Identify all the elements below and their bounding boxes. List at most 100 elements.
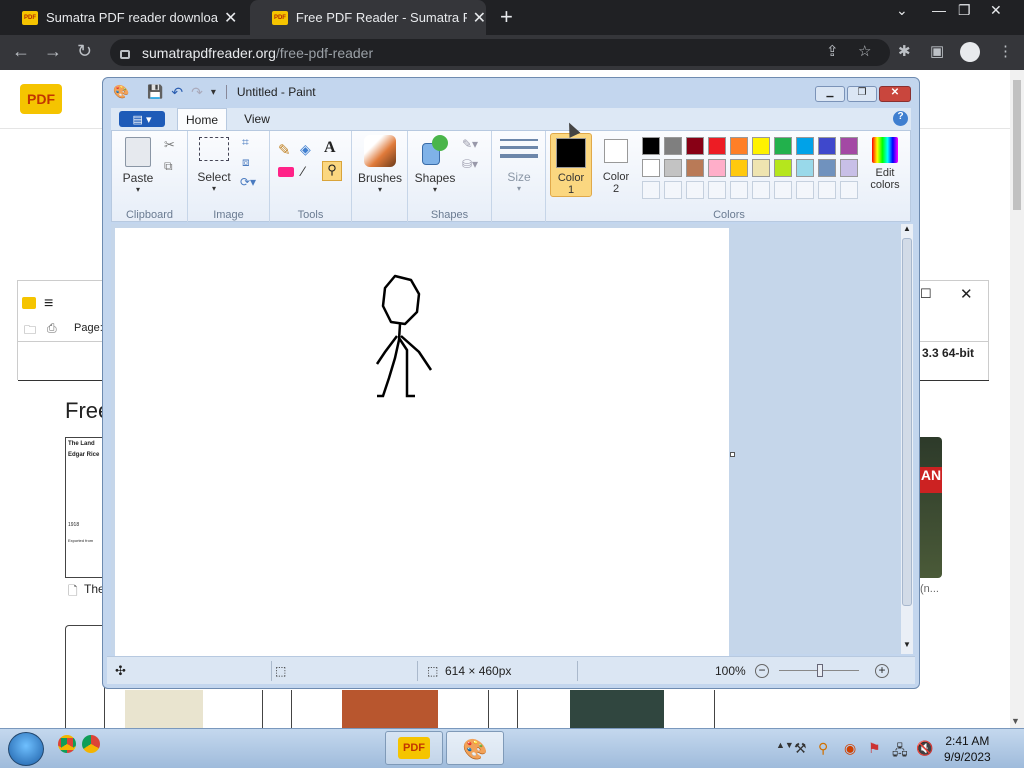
- paste-button[interactable]: Paste ▾: [118, 137, 158, 194]
- close-icon[interactable]: ✕: [960, 285, 973, 303]
- color1-button[interactable]: Color 1: [550, 133, 592, 197]
- paint-title-bar[interactable]: 🎨 💾 ↶ ↷ ▾ Untitled - Paint: [103, 78, 919, 106]
- palette-swatch[interactable]: [686, 159, 704, 177]
- canvas-resize-handle[interactable]: [730, 452, 735, 457]
- book-cover-4[interactable]: [125, 690, 203, 728]
- palette-swatch[interactable]: [796, 181, 814, 199]
- book-cover-6[interactable]: [570, 690, 664, 728]
- chrome-icon[interactable]: [82, 735, 100, 753]
- book-cover-3[interactable]: [65, 625, 105, 728]
- palette-swatch[interactable]: [708, 159, 726, 177]
- palette-swatch[interactable]: [642, 181, 660, 199]
- paint-close-button[interactable]: ✕: [879, 86, 911, 102]
- fill-icon[interactable]: ◈: [300, 141, 311, 158]
- pencil-icon[interactable]: ✎: [278, 141, 291, 159]
- hamburger-menu-icon[interactable]: ≡: [44, 295, 53, 313]
- print-icon[interactable]: ⎙: [47, 321, 57, 336]
- book-caption-right[interactable]: (n...: [920, 583, 939, 595]
- minimize-button[interactable]: —: [932, 2, 946, 18]
- palette-swatch[interactable]: [708, 181, 726, 199]
- start-button[interactable]: [8, 732, 44, 766]
- canvas-vertical-scrollbar[interactable]: ▲ ▼: [901, 224, 913, 654]
- copy-icon[interactable]: ⧉: [164, 159, 173, 174]
- extensions-icon[interactable]: ✱: [898, 42, 911, 60]
- palette-swatch[interactable]: [686, 137, 704, 155]
- paint-menu-button[interactable]: ▤ ▾: [119, 111, 165, 127]
- palette-swatch[interactable]: [840, 137, 858, 155]
- tray-overflow-icon[interactable]: ▲▼: [776, 740, 794, 750]
- profile-avatar[interactable]: [960, 42, 980, 62]
- select-button[interactable]: Select ▾: [192, 137, 236, 193]
- book-cover-5[interactable]: [342, 690, 438, 728]
- maximize-icon[interactable]: ☐: [920, 286, 932, 302]
- taskbar-clock[interactable]: 2:41 AM 9/9/2023: [944, 733, 991, 765]
- zoom-slider-thumb[interactable]: [817, 664, 823, 677]
- tab-home[interactable]: Home: [177, 108, 227, 130]
- redo-icon[interactable]: ↷: [191, 84, 203, 101]
- color2-button[interactable]: Color 2: [596, 133, 636, 197]
- page-scroll-thumb[interactable]: [1013, 80, 1021, 210]
- palette-swatch[interactable]: [664, 159, 682, 177]
- tray-app-icon[interactable]: ⚒: [794, 740, 807, 757]
- canvas-scroll-thumb[interactable]: [902, 238, 912, 606]
- book-cover-1[interactable]: The Land Edgar Rice 1918 Exported from: [65, 437, 105, 578]
- forward-button[interactable]: →: [44, 41, 62, 62]
- palette-swatch[interactable]: [796, 159, 814, 177]
- palette-swatch[interactable]: [642, 159, 660, 177]
- side-panel-icon[interactable]: ▣: [930, 42, 944, 60]
- folder-icon[interactable]: 🗀: [24, 321, 36, 342]
- palette-swatch[interactable]: [664, 181, 682, 199]
- palette-swatch[interactable]: [818, 159, 836, 177]
- tab-view[interactable]: View: [237, 108, 277, 130]
- chrome-icon[interactable]: [58, 735, 76, 753]
- menu-kebab-icon[interactable]: ⋮: [998, 42, 1013, 60]
- undo-icon[interactable]: ↶: [171, 84, 183, 101]
- tray-network-icon[interactable]: 🖧: [892, 740, 908, 764]
- rotate-icon[interactable]: ⟳▾: [240, 175, 256, 189]
- palette-swatch[interactable]: [752, 181, 770, 199]
- palette-swatch[interactable]: [752, 159, 770, 177]
- close-tab-icon[interactable]: ✕: [473, 8, 486, 28]
- edit-colors-button[interactable]: Edit colors: [864, 133, 906, 191]
- palette-swatch[interactable]: [840, 181, 858, 199]
- zoom-in-button[interactable]: +: [875, 663, 889, 678]
- taskbar-paint[interactable]: 🎨: [446, 731, 504, 765]
- palette-swatch[interactable]: [708, 137, 726, 155]
- palette-swatch[interactable]: [730, 159, 748, 177]
- magnifier-icon[interactable]: ⚲: [322, 161, 342, 181]
- browser-tab-1[interactable]: PDF Sumatra PDF reader download p ✕: [0, 0, 250, 35]
- save-icon[interactable]: 💾: [147, 84, 163, 100]
- tab-search-icon[interactable]: ⌄: [896, 2, 908, 19]
- reload-button[interactable]: ↻: [77, 41, 92, 62]
- tray-action-center-icon[interactable]: ⚑: [868, 740, 881, 757]
- sumatra-logo[interactable]: PDF: [20, 84, 62, 114]
- new-tab-button[interactable]: +: [500, 4, 513, 30]
- browser-tab-2[interactable]: PDF Free PDF Reader - Sumatra PDF ✕: [250, 0, 486, 35]
- palette-swatch[interactable]: [774, 159, 792, 177]
- size-button[interactable]: Size ▾: [500, 137, 538, 193]
- tray-search-icon[interactable]: ⚲: [818, 740, 828, 757]
- palette-swatch[interactable]: [686, 181, 704, 199]
- restore-button[interactable]: ❐: [958, 2, 971, 19]
- palette-swatch[interactable]: [642, 137, 660, 155]
- palette-swatch[interactable]: [818, 137, 836, 155]
- paint-window[interactable]: 🎨 💾 ↶ ↷ ▾ Untitled - Paint ▁ ❐ ✕ ▤ ▾ Hom…: [102, 77, 920, 689]
- close-window-button[interactable]: ✕: [990, 2, 1002, 19]
- close-tab-icon[interactable]: ✕: [224, 8, 237, 28]
- paint-restore-button[interactable]: ❐: [847, 86, 877, 102]
- eraser-icon[interactable]: [278, 167, 294, 177]
- palette-swatch[interactable]: [818, 181, 836, 199]
- zoom-out-button[interactable]: −: [755, 663, 769, 678]
- shapes-button[interactable]: Shapes ▾: [414, 135, 456, 194]
- resize-icon[interactable]: ⧈: [242, 155, 250, 170]
- book-cover-right[interactable]: AN: [920, 437, 942, 578]
- taskbar-sumatra[interactable]: PDF: [385, 731, 443, 765]
- color-picker-icon[interactable]: ⁄: [302, 163, 304, 179]
- bookmark-star-icon[interactable]: ☆: [858, 42, 871, 60]
- paint-minimize-button[interactable]: ▁: [815, 86, 845, 102]
- palette-swatch[interactable]: [752, 137, 770, 155]
- palette-swatch[interactable]: [796, 137, 814, 155]
- address-bar[interactable]: sumatrapdfreader.org/free-pdf-reader: [110, 39, 890, 66]
- paint-app-icon[interactable]: 🎨: [113, 84, 129, 100]
- drawing-canvas[interactable]: [115, 228, 729, 658]
